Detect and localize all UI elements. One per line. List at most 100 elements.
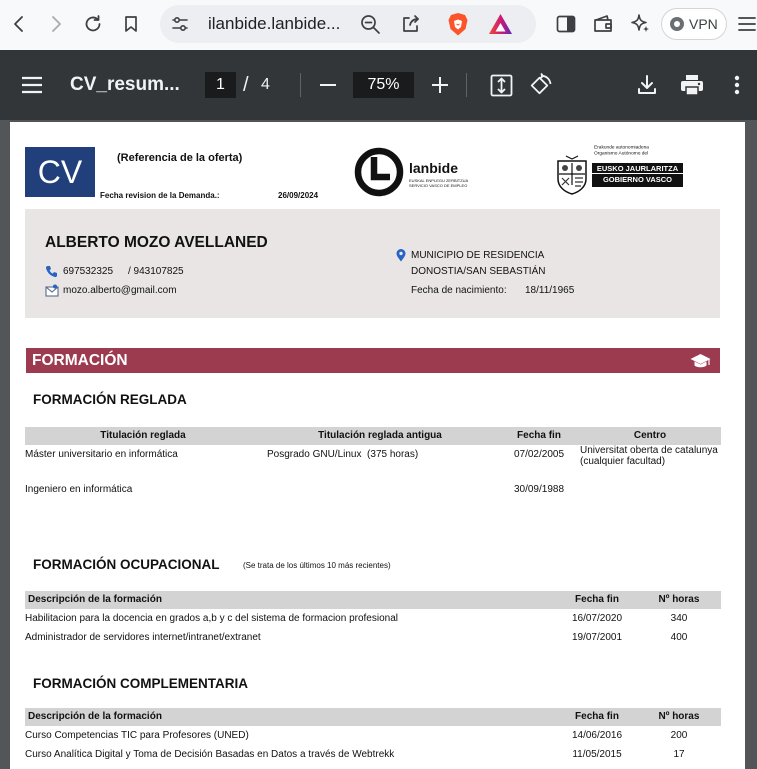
url-text[interactable]: ilanbide.lanbide... <box>208 14 340 34</box>
table-row: Administrador de servidores internet/int… <box>25 628 729 647</box>
zoom-plus-icon[interactable] <box>431 75 449 95</box>
end-date: 16/07/2020 <box>571 613 623 624</box>
gov-logo-line1: Erakunde autonomiadena <box>594 144 649 150</box>
column-header: Descripción de la formación <box>28 711 162 722</box>
zoom-out-icon[interactable] <box>360 14 381 35</box>
page-total: 4 <box>261 76 270 93</box>
print-icon[interactable] <box>680 74 704 96</box>
brave-shields-icon[interactable] <box>447 12 469 37</box>
complementaria-table: Descripción de la formación Fecha fin Nº… <box>25 708 729 764</box>
review-date: 26/09/2024 <box>278 191 319 200</box>
lanbide-logo-icon <box>354 147 404 197</box>
gov-name-es: GOBIERNO VASCO <box>602 175 673 184</box>
column-header: Fecha fin <box>517 430 561 441</box>
course-description: Curso Competencias TIC para Profesores (… <box>25 730 249 741</box>
table-row: Máster universitario en informática Posg… <box>25 445 729 480</box>
end-date: 07/02/2005 <box>513 449 565 460</box>
candidate-name: ALBERTO MOZO AVELLANED <box>45 234 268 251</box>
phone-number: 697532325 <box>63 266 114 277</box>
column-header: Descripción de la formación <box>28 594 162 605</box>
hamburger-menu-icon[interactable] <box>21 75 43 95</box>
cv-logo: CV <box>25 147 95 197</box>
complementaria-title: FORMACIÓN COMPLEMENTARIA <box>33 676 248 691</box>
end-date: 30/09/1988 <box>513 484 565 495</box>
review-date-label: Fecha revision de la Demanda.: <box>100 191 220 200</box>
toolbar-divider <box>300 73 301 97</box>
table-header-row: Descripción de la formación Fecha fin Nº… <box>25 708 721 726</box>
lanbide-tagline-eu: EUSKAL ENPLEGU ZERBITZUA <box>409 178 469 183</box>
table-header-row: Titulación reglada Titulación reglada an… <box>25 427 721 445</box>
column-header: Titulación reglada antigua <box>318 430 442 441</box>
center-name: Universitat oberta de catalunya (cualqui… <box>580 445 718 467</box>
profile-box <box>25 209 720 318</box>
offer-reference: (Referencia de la oferta) <box>117 152 243 164</box>
course-description: Administrador de servidores internet/int… <box>25 632 261 643</box>
center-name <box>579 480 729 499</box>
toolbar-divider <box>466 73 467 97</box>
vpn-button[interactable]: VPN <box>661 8 727 40</box>
basque-government-emblem-icon <box>557 155 587 195</box>
birth-date-label: Fecha de nacimiento: <box>411 285 507 296</box>
gov-name-eu: EUSKO JAURLARITZA <box>596 164 679 173</box>
course-hours: 200 <box>670 730 688 741</box>
vpn-icon <box>670 17 684 31</box>
ocupacional-title: FORMACIÓN OCUPACIONAL <box>33 557 220 572</box>
email-address: mozo.alberto@gmail.com <box>63 285 177 296</box>
pdf-page: CV (Referencia de la oferta) Fecha revis… <box>10 122 745 769</box>
old-degree-title: Posgrado GNU/Linux (375 horas) <box>267 449 419 460</box>
pdf-viewer-toolbar: CV_resum... 1 / 4 75% <box>0 50 757 120</box>
gov-logo-box: EUSKO JAURLARITZA GOBIERNO VASCO <box>592 163 683 187</box>
ocupacional-table: Descripción de la formación Fecha fin Nº… <box>25 591 729 647</box>
column-header: Nº horas <box>658 711 700 722</box>
download-icon[interactable] <box>637 74 657 96</box>
page-number-input[interactable]: 1 <box>205 72 236 98</box>
phone-number-alt: / 943107825 <box>128 266 184 277</box>
site-settings-icon[interactable] <box>171 15 189 33</box>
menu-icon[interactable] <box>737 15 757 33</box>
table-row: Curso Analítica Digital y Toma de Decisi… <box>25 745 729 764</box>
brave-rewards-icon[interactable] <box>488 13 513 35</box>
course-hours: 340 <box>670 613 688 624</box>
column-header: Centro <box>633 430 667 441</box>
table-header-row: Descripción de la formación Fecha fin Nº… <box>25 591 721 609</box>
degree-title: Máster universitario en informática <box>25 449 178 460</box>
more-options-icon[interactable] <box>730 74 744 96</box>
sidebar-icon[interactable] <box>556 15 576 33</box>
browser-toolbar: ilanbide.lanbide... VPN <box>0 0 757 50</box>
end-date: 19/07/2001 <box>571 632 623 643</box>
old-degree-title <box>261 480 499 499</box>
table-row: Habilitacion para la docencia en grados … <box>25 609 729 628</box>
location-pin-icon <box>396 249 406 262</box>
reload-icon[interactable] <box>83 14 103 34</box>
column-header: Fecha fin <box>575 711 619 722</box>
residence-value: DONOSTIA/SAN SEBASTIÁN <box>411 266 546 277</box>
page-separator: / <box>243 74 249 96</box>
gov-logo-line2: Organismo Autónomo del <box>594 150 649 156</box>
ocupacional-note: (Se trata de los últimos 10 más reciente… <box>243 561 391 570</box>
column-header: Fecha fin <box>575 594 619 605</box>
zoom-level-input[interactable]: 75% <box>353 72 414 98</box>
rotate-icon[interactable] <box>529 73 554 98</box>
forward-arrow-icon[interactable] <box>46 14 66 34</box>
lanbide-wordmark: lanbide <box>409 160 459 176</box>
degree-title: Ingeniero en informática <box>25 484 133 495</box>
leo-ai-icon[interactable] <box>630 13 651 34</box>
course-description: Habilitacion para la docencia en grados … <box>25 613 398 624</box>
bookmark-icon[interactable] <box>121 14 141 34</box>
fit-to-page-icon[interactable] <box>490 74 513 97</box>
birth-date-value: 18/11/1965 <box>525 285 575 296</box>
end-date: 11/05/2015 <box>572 749 622 760</box>
document-title: CV_resum... <box>70 74 180 95</box>
residence-label: MUNICIPIO DE RESIDENCIA <box>411 250 545 261</box>
back-arrow-icon[interactable] <box>9 14 29 34</box>
email-icon <box>45 284 59 297</box>
share-icon[interactable] <box>401 14 421 34</box>
column-header: Titulación reglada <box>100 430 186 441</box>
course-hours: 17 <box>673 749 685 760</box>
vpn-label: VPN <box>689 16 718 32</box>
zoom-minus-icon[interactable] <box>319 75 337 95</box>
pdf-viewer-canvas[interactable]: CV (Referencia de la oferta) Fecha revis… <box>0 120 757 769</box>
wallet-icon[interactable] <box>593 14 614 34</box>
end-date: 14/06/2016 <box>571 730 623 741</box>
table-row: Curso Competencias TIC para Profesores (… <box>25 726 729 745</box>
